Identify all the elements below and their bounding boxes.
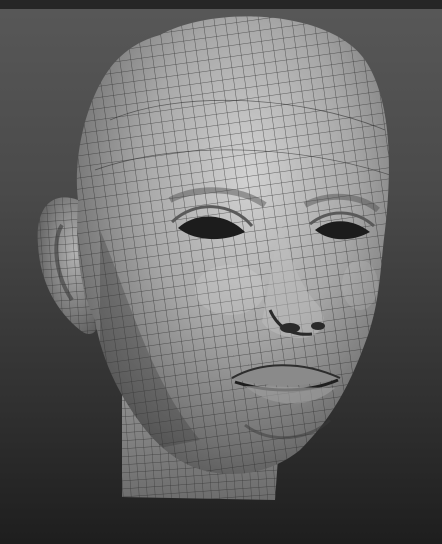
head-model [37, 16, 389, 500]
head-mesh [76, 16, 389, 474]
viewport[interactable] [0, 0, 442, 544]
